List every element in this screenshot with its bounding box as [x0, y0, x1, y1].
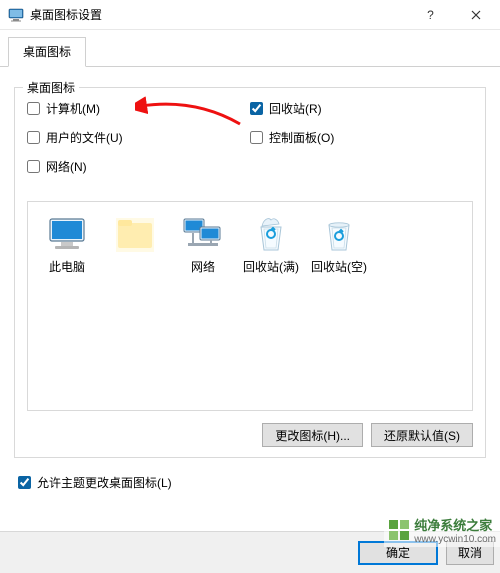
title-bar: 桌面图标设置 ? [0, 0, 500, 30]
icon-placeholder[interactable] [102, 216, 168, 260]
checkbox-recyclebin-label: 回收站(R) [269, 100, 322, 117]
checkbox-allow-themes-input[interactable] [18, 476, 31, 489]
change-icon-button[interactable]: 更改图标(H)... [262, 423, 363, 447]
help-button[interactable]: ? [408, 0, 453, 29]
checkbox-network-label: 网络(N) [46, 158, 87, 175]
checkbox-network-input[interactable] [27, 160, 40, 173]
checkbox-controlpanel[interactable]: 控制面板(O) [250, 129, 473, 146]
tab-strip: 桌面图标 [0, 30, 500, 67]
icon-button-row: 更改图标(H)... 还原默认值(S) [27, 423, 473, 447]
close-icon [471, 10, 481, 20]
close-button[interactable] [453, 0, 498, 29]
window-title: 桌面图标设置 [30, 6, 408, 23]
icon-recyclebin-empty-label: 回收站(空) [306, 260, 372, 274]
folder-blur-icon [116, 218, 154, 252]
dialog-content: 桌面图标 计算机(M) 用户的文件(U) 网络(N) [0, 67, 500, 511]
icon-recyclebin-full[interactable]: 回收站(满) [238, 216, 304, 274]
icon-recyclebin-full-label: 回收站(满) [238, 260, 304, 274]
checkbox-computer-input[interactable] [27, 102, 40, 115]
network-icon [182, 217, 224, 253]
icon-network[interactable]: 网络 [170, 216, 236, 274]
checkbox-recyclebin[interactable]: 回收站(R) [250, 100, 473, 117]
checkbox-computer-label: 计算机(M) [46, 100, 100, 117]
group-title: 桌面图标 [23, 79, 79, 96]
recycle-full-icon [254, 217, 288, 253]
tab-desktop-icons[interactable]: 桌面图标 [8, 37, 86, 67]
checkbox-userfiles[interactable]: 用户的文件(U) [27, 129, 250, 146]
checkbox-userfiles-input[interactable] [27, 131, 40, 144]
checkbox-computer[interactable]: 计算机(M) [27, 100, 250, 117]
checkbox-allow-themes-label: 允许主题更改桌面图标(L) [37, 474, 172, 491]
restore-defaults-button[interactable]: 还原默认值(S) [371, 423, 473, 447]
checkbox-recyclebin-input[interactable] [250, 102, 263, 115]
monitor-icon [47, 217, 87, 253]
watermark: 纯净系统之家 www.ycwin10.com [384, 513, 500, 547]
checkbox-allow-themes[interactable]: 允许主题更改桌面图标(L) [18, 474, 486, 491]
watermark-name: 纯净系统之家 [414, 515, 496, 534]
app-icon [8, 7, 24, 23]
icon-network-label: 网络 [170, 260, 236, 274]
recycle-empty-icon [322, 217, 356, 253]
checkbox-controlpanel-label: 控制面板(O) [269, 129, 334, 146]
icon-preview-list[interactable]: 此电脑 [27, 201, 473, 411]
checkbox-controlpanel-input[interactable] [250, 131, 263, 144]
watermark-url: www.ycwin10.com [414, 534, 496, 545]
group-desktop-icons: 桌面图标 计算机(M) 用户的文件(U) 网络(N) [14, 87, 486, 458]
watermark-logo-icon [388, 519, 410, 541]
icon-recyclebin-empty[interactable]: 回收站(空) [306, 216, 372, 274]
checkbox-userfiles-label: 用户的文件(U) [46, 129, 123, 146]
checkbox-network[interactable]: 网络(N) [27, 158, 250, 175]
window-buttons: ? [408, 0, 498, 29]
icon-this-pc[interactable]: 此电脑 [34, 216, 100, 274]
icon-this-pc-label: 此电脑 [34, 260, 100, 274]
